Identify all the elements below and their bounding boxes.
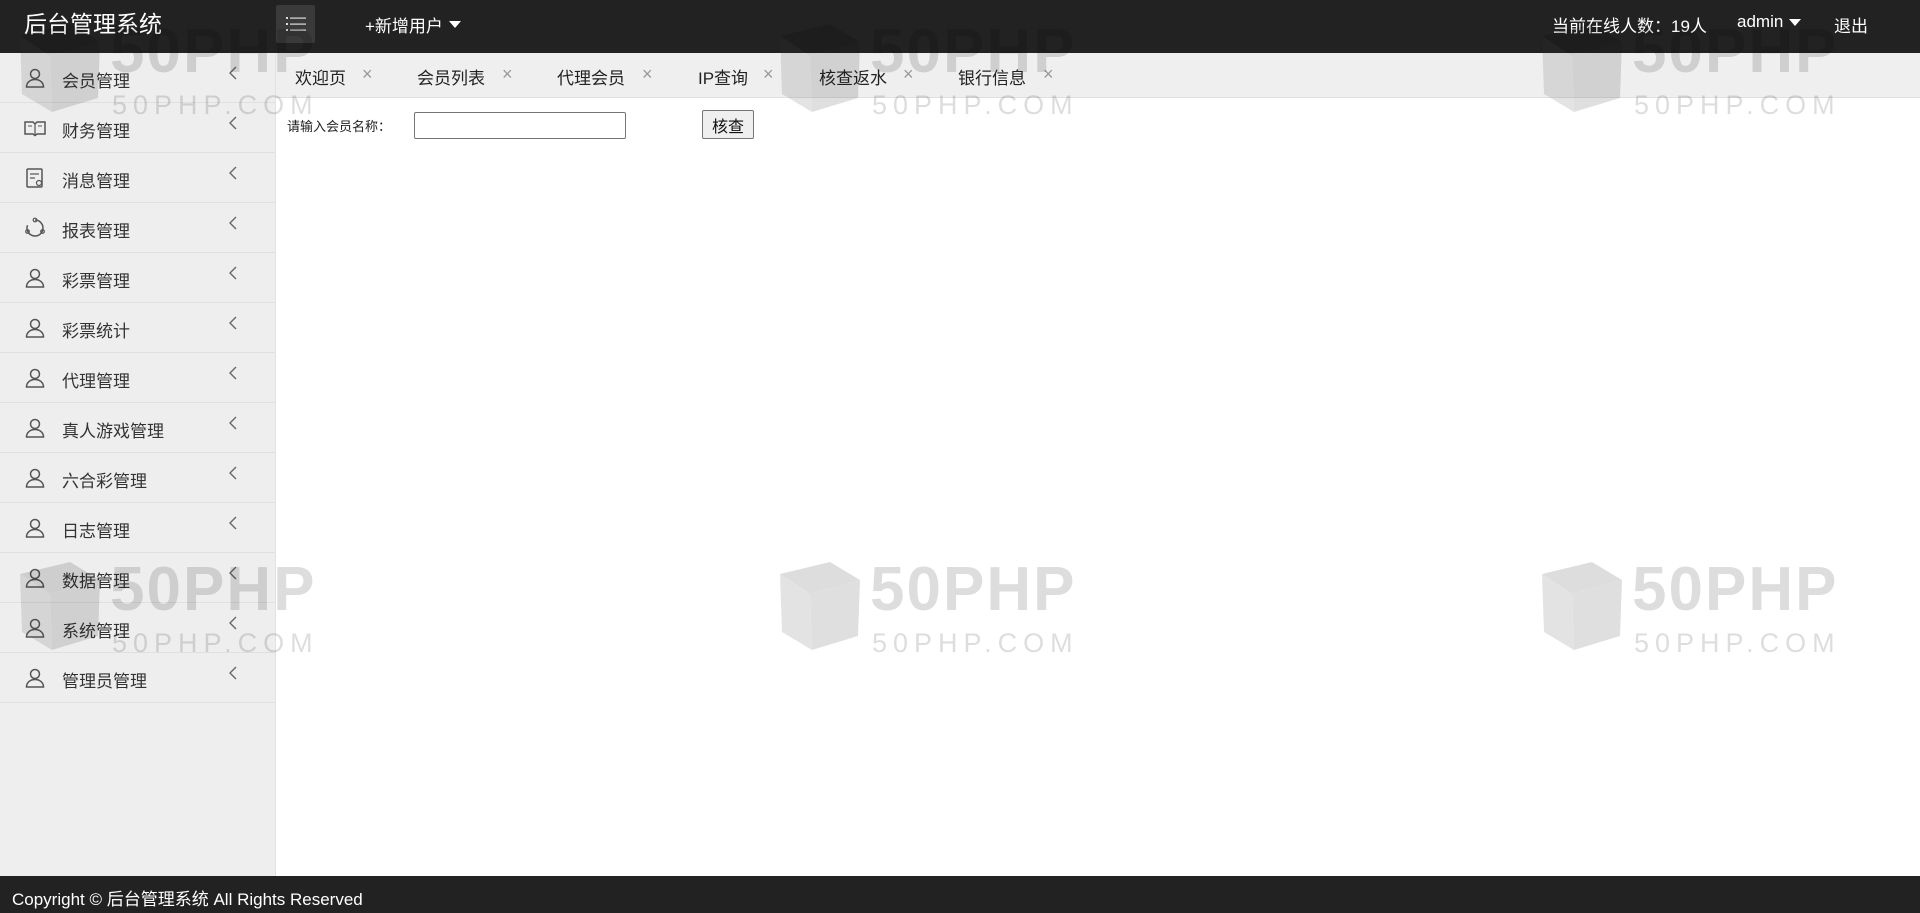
sidebar-item-11[interactable]: 数据管理 bbox=[0, 553, 275, 603]
close-icon[interactable]: × bbox=[763, 65, 774, 83]
sidebar-item-label: 日志管理 bbox=[62, 522, 130, 541]
user-icon bbox=[23, 66, 47, 90]
sidebar-item-1[interactable]: 会员管理 bbox=[0, 53, 275, 103]
tab-2[interactable]: 会员列表 bbox=[417, 64, 485, 89]
tab-3[interactable]: 代理会员 bbox=[557, 64, 625, 89]
user-icon bbox=[23, 266, 47, 290]
user-icon bbox=[23, 566, 47, 590]
top-header: 后台管理系统 +新增用户 当前在线人数：19人 admin 退出 bbox=[0, 0, 1920, 53]
main-content bbox=[276, 98, 1920, 876]
user-icon bbox=[23, 616, 47, 640]
admin-dropdown[interactable]: admin bbox=[1737, 12, 1802, 32]
tab-bar: 欢迎页 × 会员列表 × 代理会员 × IP查询 × 核查返水 × 银行信息 × bbox=[276, 53, 1920, 98]
check-button[interactable]: 核查 bbox=[702, 110, 754, 139]
sidebar-item-10[interactable]: 日志管理 bbox=[0, 503, 275, 553]
chevron-left-icon bbox=[226, 315, 240, 331]
chevron-left-icon bbox=[226, 565, 240, 581]
sidebar-item-label: 真人游戏管理 bbox=[62, 422, 164, 441]
user-icon bbox=[23, 466, 47, 490]
hamburger-icon bbox=[285, 17, 306, 31]
sidebar-item-label: 代理管理 bbox=[62, 372, 130, 391]
chevron-left-icon bbox=[226, 465, 240, 481]
sidebar-item-13[interactable]: 管理员管理 bbox=[0, 653, 275, 703]
close-icon[interactable]: × bbox=[903, 65, 914, 83]
sidebar-item-12[interactable]: 系统管理 bbox=[0, 603, 275, 653]
book-icon bbox=[23, 116, 47, 140]
add-user-label: +新增用户 bbox=[365, 17, 443, 36]
chevron-left-icon bbox=[226, 665, 240, 681]
tab-1[interactable]: 欢迎页 bbox=[295, 64, 346, 89]
close-icon[interactable]: × bbox=[642, 65, 653, 83]
sidebar-item-6[interactable]: 彩票统计 bbox=[0, 303, 275, 353]
user-icon bbox=[23, 366, 47, 390]
chevron-left-icon bbox=[226, 365, 240, 381]
sidebar-item-9[interactable]: 六合彩管理 bbox=[0, 453, 275, 503]
chevron-left-icon bbox=[226, 215, 240, 231]
sidebar-item-label: 彩票统计 bbox=[62, 322, 130, 341]
message-icon bbox=[23, 166, 47, 190]
chevron-left-icon bbox=[226, 265, 240, 281]
caret-down-icon bbox=[448, 21, 461, 28]
sidebar-item-label: 彩票管理 bbox=[62, 272, 130, 291]
close-icon[interactable]: × bbox=[362, 65, 373, 83]
user-icon bbox=[23, 666, 47, 690]
sidebar-item-label: 消息管理 bbox=[62, 172, 130, 191]
caret-down-icon bbox=[1789, 18, 1802, 26]
chevron-left-icon bbox=[226, 65, 240, 81]
chevron-left-icon bbox=[226, 115, 240, 131]
sidebar-item-label: 数据管理 bbox=[62, 572, 130, 591]
sidebar-item-label: 系统管理 bbox=[62, 622, 130, 641]
online-count: 当前在线人数：19人 bbox=[1552, 17, 1707, 36]
sidebar-item-label: 报表管理 bbox=[62, 222, 130, 241]
add-user-dropdown[interactable]: +新增用户 bbox=[365, 12, 461, 37]
sidebar-item-7[interactable]: 代理管理 bbox=[0, 353, 275, 403]
menu-toggle-button[interactable] bbox=[276, 5, 315, 43]
member-name-label: 请输入会员名称： bbox=[287, 119, 392, 134]
admin-label: admin bbox=[1737, 12, 1784, 31]
sidebar: 会员管理财务管理消息管理报表管理彩票管理彩票统计代理管理真人游戏管理 六合彩管理日… bbox=[0, 53, 276, 876]
member-name-input[interactable] bbox=[414, 112, 626, 139]
report-icon bbox=[23, 216, 47, 240]
tab-5[interactable]: 核查返水 bbox=[819, 64, 887, 89]
chevron-left-icon bbox=[226, 515, 240, 531]
close-icon[interactable]: × bbox=[502, 65, 513, 83]
chevron-left-icon bbox=[226, 165, 240, 181]
chevron-left-icon bbox=[226, 615, 240, 631]
close-icon[interactable]: × bbox=[1043, 65, 1054, 83]
user-icon bbox=[23, 316, 47, 340]
user-icon bbox=[23, 416, 47, 440]
tab-4[interactable]: IP查询 bbox=[698, 64, 748, 89]
sidebar-item-8[interactable]: 真人游戏管理 bbox=[0, 403, 275, 453]
sidebar-item-2[interactable]: 财务管理 bbox=[0, 103, 275, 153]
footer: Copyright © 后台管理系统 All Rights Reserved bbox=[0, 876, 1920, 913]
sidebar-item-4[interactable]: 报表管理 bbox=[0, 203, 275, 253]
sidebar-item-label: 会员管理 bbox=[62, 72, 130, 91]
app-title: 后台管理系统 bbox=[24, 11, 162, 37]
sidebar-item-3[interactable]: 消息管理 bbox=[0, 153, 275, 203]
sidebar-item-label: 六合彩管理 bbox=[62, 472, 147, 491]
tab-6[interactable]: 银行信息 bbox=[958, 64, 1026, 89]
sidebar-item-label: 管理员管理 bbox=[62, 672, 147, 691]
chevron-left-icon bbox=[226, 415, 240, 431]
user-icon bbox=[23, 516, 47, 540]
copyright-text: Copyright © 后台管理系统 All Rights Reserved bbox=[12, 890, 363, 909]
sidebar-item-label: 财务管理 bbox=[62, 122, 130, 141]
sidebar-item-5[interactable]: 彩票管理 bbox=[0, 253, 275, 303]
logout-link[interactable]: 退出 bbox=[1834, 12, 1868, 37]
